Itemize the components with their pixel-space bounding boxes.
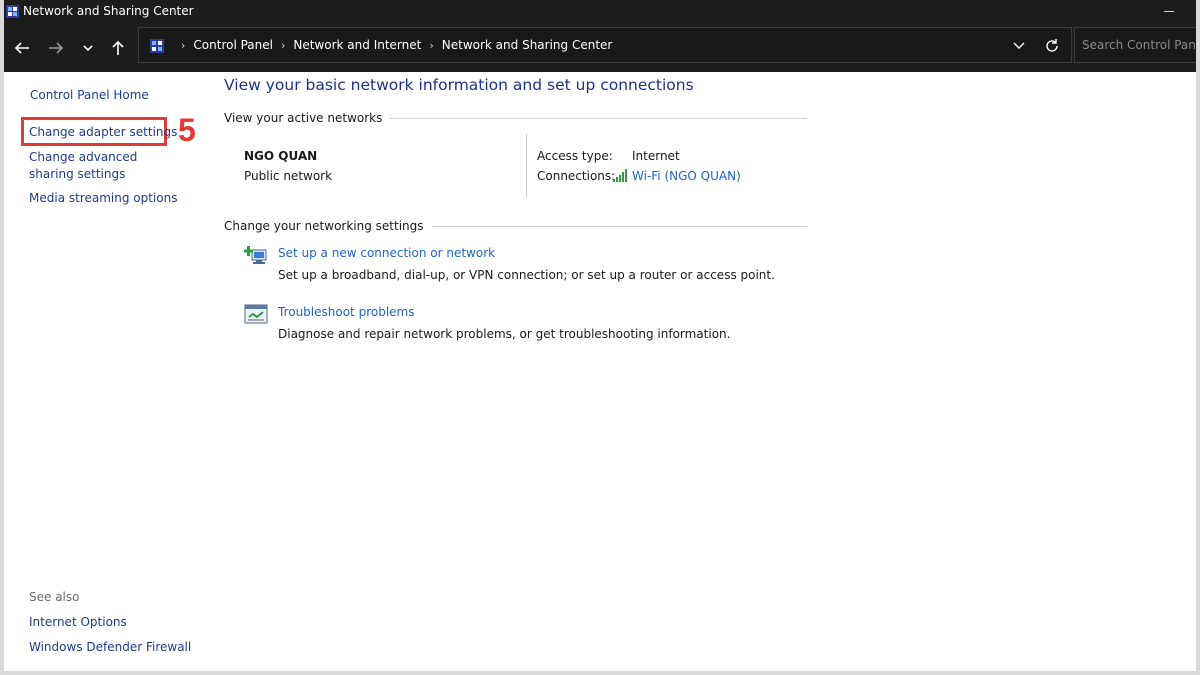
network-center-icon <box>6 5 19 18</box>
new-connection-icon <box>244 246 267 264</box>
annotation-step-number: 5 <box>178 112 196 148</box>
arrow-up-icon <box>112 40 124 55</box>
breadcrumb-separator-icon: › <box>429 38 434 52</box>
chevron-down-icon <box>83 45 93 52</box>
media-streaming-options-link[interactable]: Media streaming options <box>29 190 177 207</box>
network-sharing-center-window: Network and Sharing Center › Control Pan… <box>4 0 1196 671</box>
address-bar[interactable]: › Control Panel › Network and Internet ›… <box>138 27 1072 63</box>
windows-defender-firewall-link[interactable]: Windows Defender Firewall <box>29 639 191 656</box>
active-networks-heading: View your active networks <box>224 111 807 125</box>
search-box[interactable] <box>1074 27 1196 63</box>
main-content: View your basic network information and … <box>224 72 1184 671</box>
title-bar: Network and Sharing Center <box>4 0 1196 24</box>
change-advanced-sharing-settings-link[interactable]: Change advanced sharing settings <box>29 149 179 183</box>
networking-settings-heading-text: Change your networking settings <box>224 219 424 233</box>
networking-settings-heading: Change your networking settings <box>224 219 807 233</box>
breadcrumb-network-and-internet[interactable]: Network and Internet <box>293 38 421 52</box>
connections-label: Connections: <box>537 169 616 183</box>
breadcrumb: › Control Panel › Network and Internet ›… <box>173 38 612 52</box>
change-adapter-settings-link[interactable]: Change adapter settings <box>29 124 177 141</box>
section-divider <box>390 117 807 119</box>
troubleshoot-problems-description: Diagnose and repair network problems, or… <box>278 327 731 341</box>
arrow-right-icon <box>49 42 64 54</box>
breadcrumb-separator-icon: › <box>181 38 186 52</box>
left-task-pane: Control Panel Home Change adapter settin… <box>4 72 214 671</box>
section-divider <box>431 225 807 227</box>
breadcrumb-control-panel[interactable]: Control Panel <box>193 38 273 52</box>
setup-new-connection-link[interactable]: Set up a new connection or network <box>278 246 495 260</box>
network-center-icon <box>150 39 164 53</box>
minimize-icon[interactable] <box>1164 11 1174 12</box>
recent-locations-button[interactable] <box>76 36 100 60</box>
wifi-connection-link[interactable]: Wi-Fi (NGO QUAN) <box>632 169 741 183</box>
see-also-label: See also <box>29 590 80 604</box>
window-title: Network and Sharing Center <box>23 4 194 18</box>
arrow-left-icon <box>14 42 29 54</box>
active-networks-heading-text: View your active networks <box>224 111 383 125</box>
refresh-icon[interactable] <box>1043 37 1061 55</box>
setup-new-connection-description: Set up a broadband, dial-up, or VPN conn… <box>278 268 775 282</box>
troubleshoot-icon <box>244 304 268 324</box>
wifi-signal-icon <box>613 169 627 182</box>
chevron-down-icon[interactable] <box>1011 37 1027 53</box>
back-button[interactable] <box>10 36 34 60</box>
access-type-value: Internet <box>632 149 680 163</box>
network-name: NGO QUAN <box>244 149 318 163</box>
network-details-divider <box>526 134 527 198</box>
up-button[interactable] <box>106 36 130 60</box>
troubleshoot-problems-link[interactable]: Troubleshoot problems <box>278 305 414 319</box>
search-input[interactable] <box>1075 28 1196 62</box>
breadcrumb-network-and-sharing-center[interactable]: Network and Sharing Center <box>442 38 613 52</box>
navigation-bar: › Control Panel › Network and Internet ›… <box>4 24 1196 72</box>
internet-options-link[interactable]: Internet Options <box>29 614 127 631</box>
page-title: View your basic network information and … <box>224 76 694 94</box>
network-category: Public network <box>244 169 333 183</box>
control-panel-home-link[interactable]: Control Panel Home <box>30 87 149 104</box>
forward-button[interactable] <box>44 36 68 60</box>
access-type-label: Access type: <box>537 149 613 163</box>
breadcrumb-separator-icon: › <box>280 38 286 52</box>
